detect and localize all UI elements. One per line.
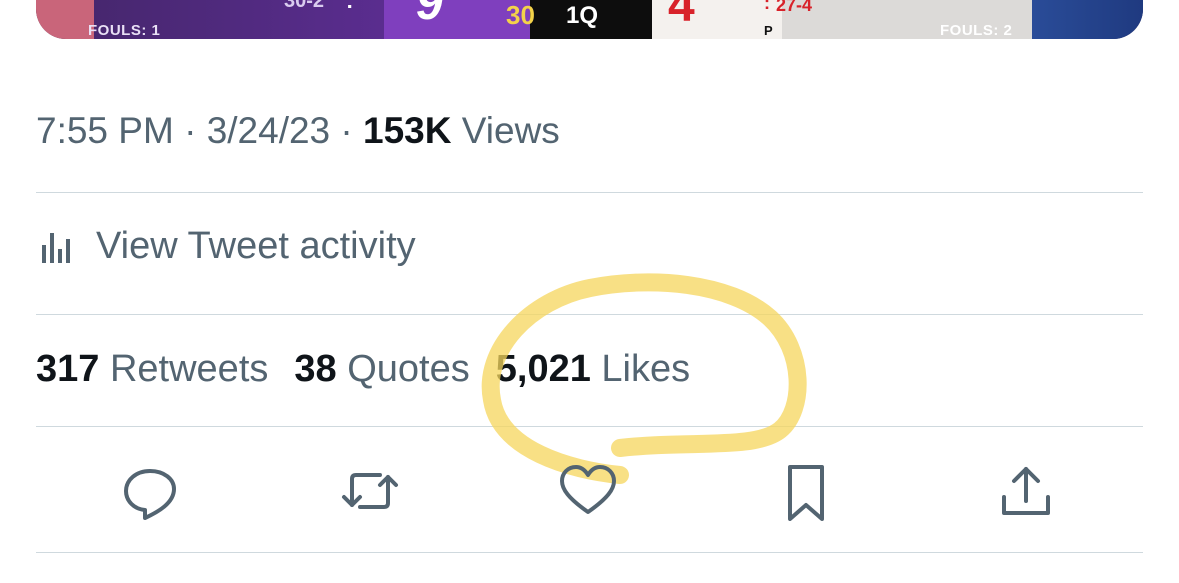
divider: [36, 314, 1143, 315]
bar-chart-icon: [36, 227, 76, 267]
quotes-stat[interactable]: 38 Quotes: [294, 348, 469, 391]
tweet-meta: 7:55 PM · 3/24/23 · 153K Views: [36, 110, 560, 152]
reply-icon: [124, 469, 176, 520]
view-tweet-activity-link[interactable]: View Tweet activity: [36, 225, 416, 268]
share-button[interactable]: [996, 461, 1056, 521]
fouls-left: FOULS: 1: [88, 22, 161, 39]
divider: [36, 552, 1143, 553]
meta-separator: ·: [340, 110, 353, 151]
divider: [36, 192, 1143, 193]
score-value: 30: [506, 0, 535, 30]
fouls-right: FOULS: 2: [940, 22, 1013, 39]
like-button[interactable]: [558, 461, 618, 521]
quarter-value: 1Q: [566, 2, 599, 29]
team-number-left: 9: [416, 0, 443, 30]
views-label: Views: [461, 110, 560, 151]
retweet-icon: [342, 473, 398, 509]
media-segment: [1032, 0, 1143, 39]
retweets-label: Retweets: [109, 348, 269, 390]
dot-right: :: [764, 0, 770, 13]
quotes-label: Quotes: [347, 348, 470, 390]
possession-mark: P: [764, 23, 773, 38]
retweets-stat[interactable]: 317 Retweets: [36, 348, 268, 391]
like-icon: [560, 465, 616, 514]
likes-stat[interactable]: 5,021 Likes: [496, 348, 690, 391]
dot-left: :: [346, 0, 354, 13]
tweet-time[interactable]: 7:55 PM: [36, 110, 174, 151]
team-number-right: 4: [668, 0, 695, 32]
record-left: 30-2: [284, 0, 325, 12]
activity-label: View Tweet activity: [96, 225, 416, 267]
divider: [36, 426, 1143, 427]
engagement-stats: 317 Retweets 38 Quotes 5,021 Likes: [36, 348, 716, 391]
quotes-count: 38: [294, 348, 337, 390]
bookmark-icon: [788, 465, 824, 521]
media-segment: [36, 0, 94, 39]
reply-button[interactable]: [120, 461, 180, 521]
views-count: 153K: [363, 110, 452, 151]
tweet-media-image[interactable]: FOULS: 1 30-2 : 9 30 1Q 4 : 27-4 P FOULS…: [36, 0, 1143, 39]
tweet-action-bar: [0, 455, 1179, 525]
meta-separator: ·: [184, 110, 197, 151]
retweets-count: 317: [36, 348, 100, 390]
likes-count: 5,021: [495, 348, 591, 390]
record-right: 27-4: [776, 0, 813, 15]
share-icon: [1002, 467, 1050, 515]
tweet-date[interactable]: 3/24/23: [207, 110, 330, 151]
bookmark-button[interactable]: [776, 461, 836, 521]
retweet-button[interactable]: [340, 461, 400, 521]
likes-label: Likes: [601, 348, 691, 390]
